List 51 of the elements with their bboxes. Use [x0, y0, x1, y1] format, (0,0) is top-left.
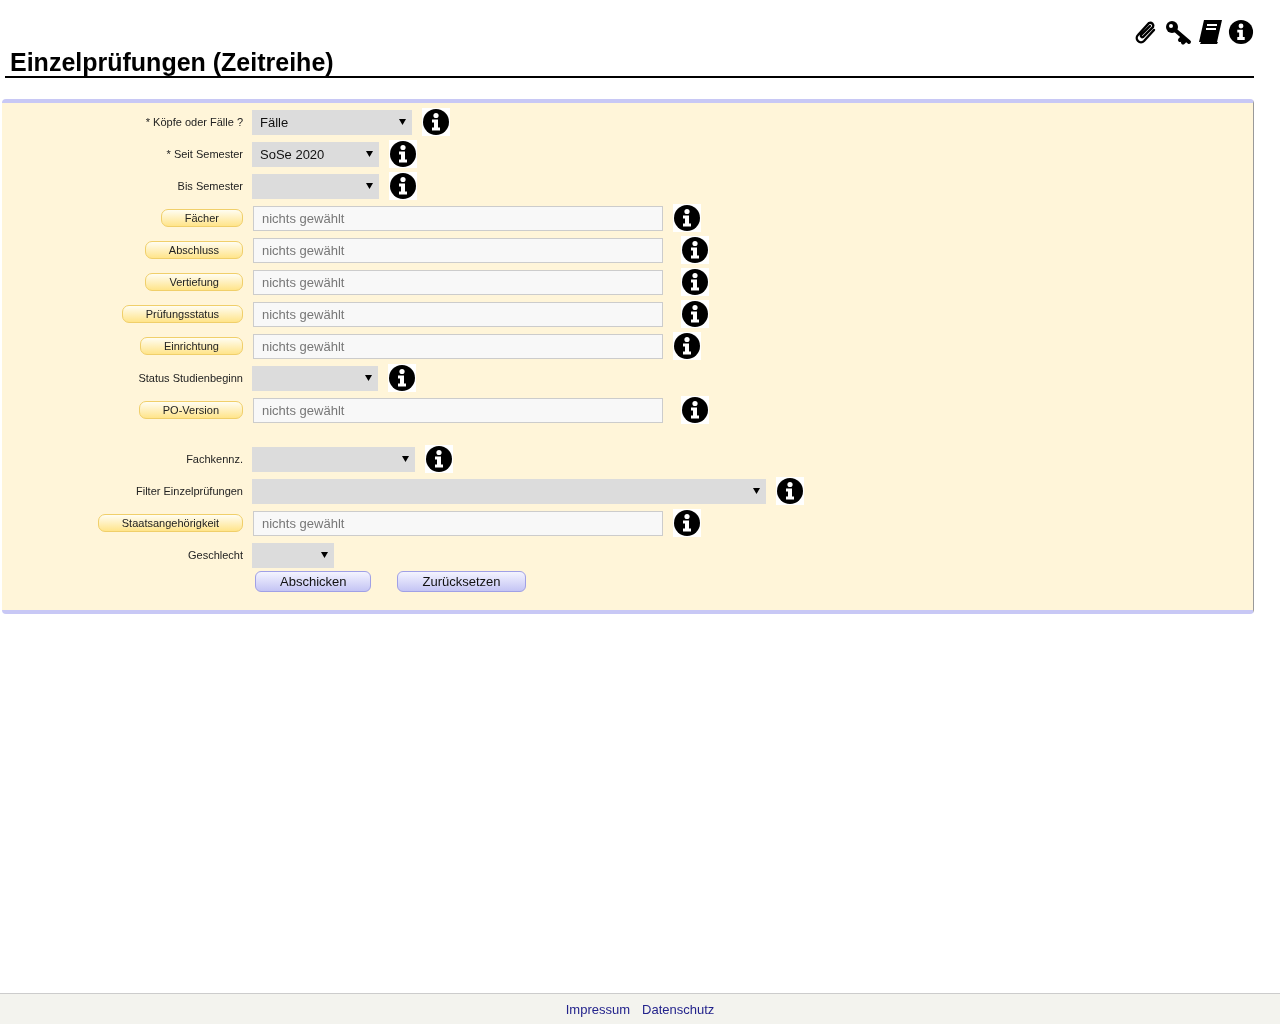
footer-link[interactable]: Impressum — [565, 1001, 630, 1017]
info-icon[interactable] — [681, 300, 709, 328]
caret-icon — [321, 552, 328, 558]
info-icon[interactable] — [388, 364, 416, 392]
field-label: Fachkennz. — [186, 453, 243, 465]
caret-icon — [753, 488, 760, 494]
footer-link[interactable]: Datenschutz — [642, 1001, 715, 1017]
field-label: Status Studienbeginn — [138, 372, 243, 384]
info-icon[interactable] — [681, 268, 709, 296]
key-icon[interactable] — [1164, 18, 1192, 46]
input-field[interactable]: nichts gewählt — [253, 301, 663, 327]
caret-icon — [365, 375, 372, 381]
caret-icon — [399, 119, 406, 125]
info-icon[interactable] — [673, 509, 701, 537]
form-button[interactable]: Zurücksetzen — [397, 571, 526, 592]
caret-icon — [366, 151, 373, 157]
field-label: * Köpfe oder Fälle ? — [145, 116, 243, 128]
info-icon[interactable] — [673, 204, 701, 232]
picker-button[interactable]: Fächer — [160, 209, 243, 227]
info-icon[interactable] — [681, 236, 709, 264]
info-icon[interactable] — [389, 140, 417, 168]
info-icon[interactable] — [422, 108, 450, 136]
input-field[interactable]: nichts gewählt — [253, 397, 663, 423]
caret-icon — [402, 456, 409, 462]
field-label: Bis Semester — [177, 180, 243, 192]
form-button[interactable]: Abschicken — [255, 571, 372, 592]
input-field[interactable]: nichts gewählt — [253, 237, 663, 263]
input-field[interactable]: nichts gewählt — [253, 333, 663, 359]
picker-button[interactable]: Abschluss — [144, 241, 243, 259]
info-icon[interactable] — [1228, 18, 1254, 46]
info-icon[interactable] — [776, 477, 804, 505]
input-field[interactable]: nichts gewählt — [253, 205, 663, 231]
caret-icon — [366, 183, 373, 189]
info-icon[interactable] — [673, 332, 701, 360]
field-label: Geschlecht — [187, 549, 243, 561]
picker-button[interactable]: Prüfungsstatus — [121, 305, 243, 323]
info-icon[interactable] — [389, 172, 417, 200]
field-label: Filter Einzelprüfungen — [136, 485, 243, 497]
picker-button[interactable]: Staatsangehörigkeit — [97, 514, 243, 532]
page-title: Einzelprüfungen (Zeitreihe) — [10, 48, 334, 76]
field-label: * Seit Semester — [166, 148, 243, 160]
book-icon[interactable] — [1196, 18, 1224, 46]
input-field[interactable]: nichts gewählt — [253, 269, 663, 295]
input-field[interactable]: nichts gewählt — [253, 510, 663, 536]
dropdown[interactable]: SoSe 2020 — [252, 141, 379, 167]
picker-button[interactable]: PO-Version — [138, 401, 243, 419]
info-icon[interactable] — [681, 396, 709, 424]
picker-button[interactable]: Vertiefung — [145, 273, 243, 291]
picker-button[interactable]: Einrichtung — [139, 337, 243, 355]
dropdown[interactable]: Fälle — [252, 109, 412, 135]
info-icon[interactable] — [425, 445, 453, 473]
